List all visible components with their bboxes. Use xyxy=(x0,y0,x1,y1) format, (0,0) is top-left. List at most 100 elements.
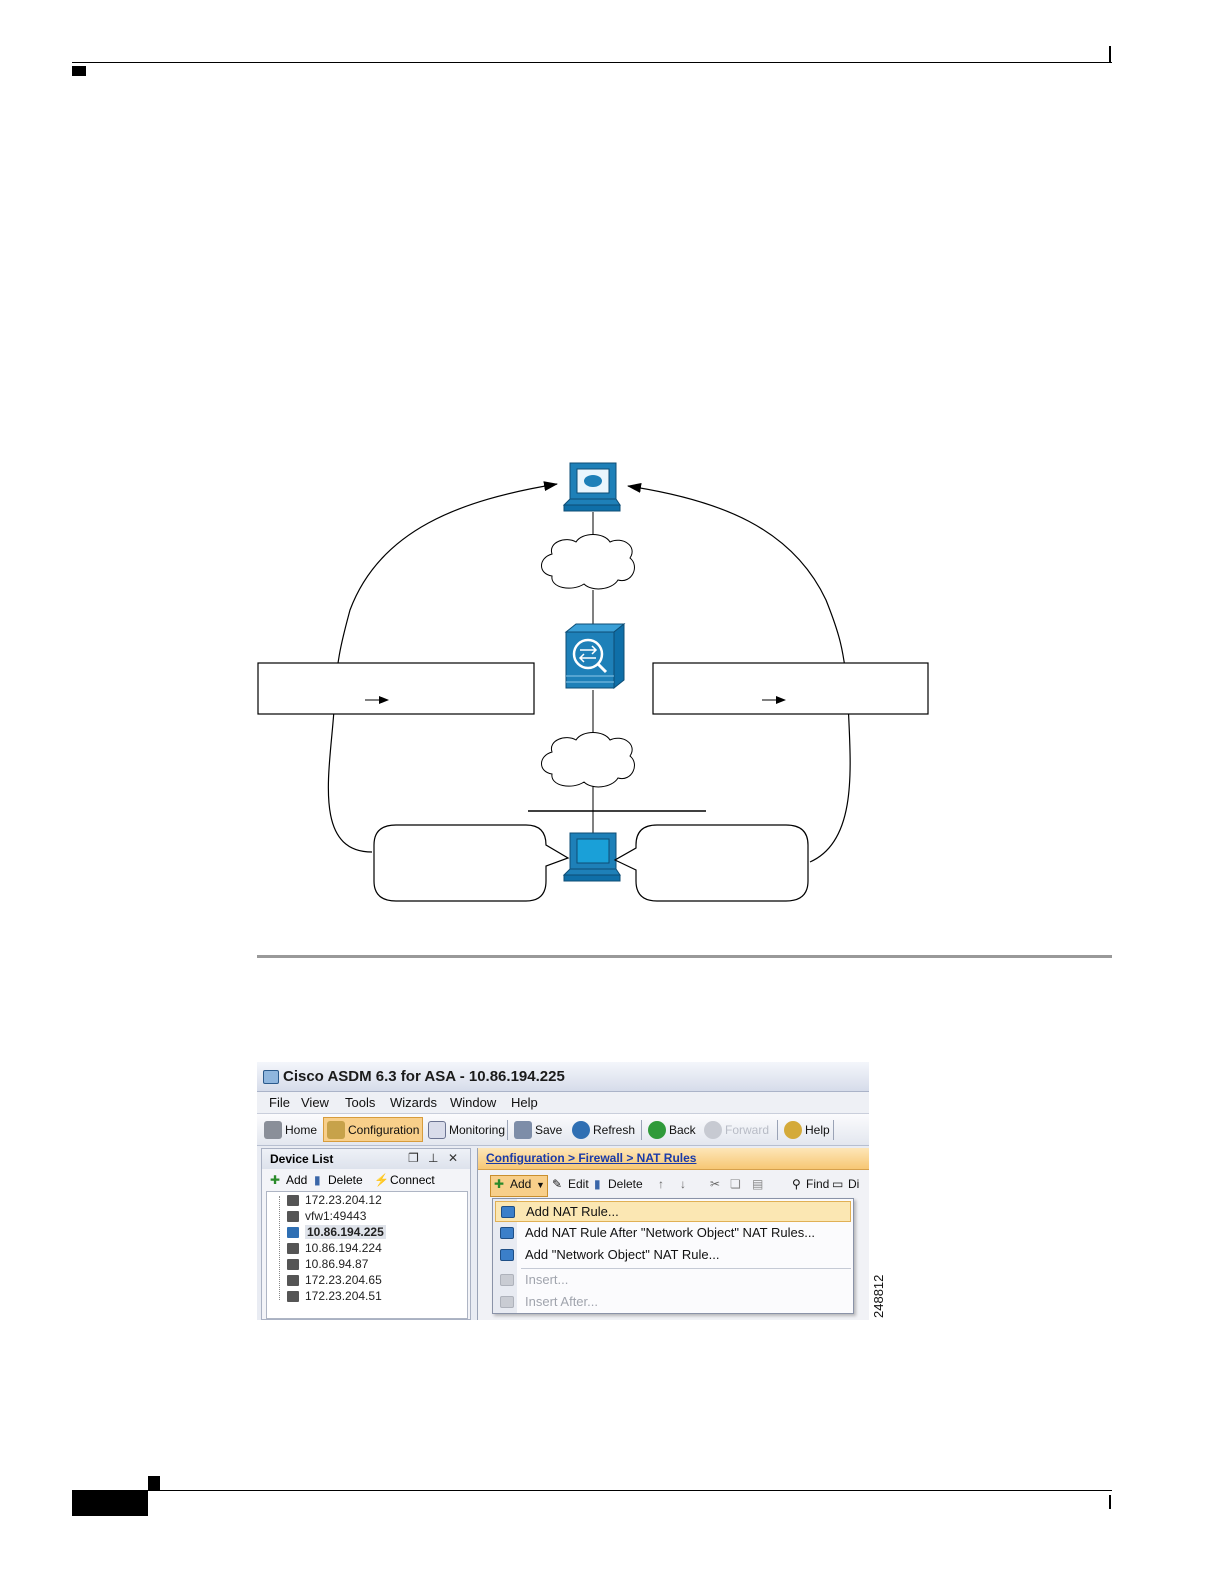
device-item[interactable]: vfw1:49443 xyxy=(287,1208,366,1224)
cloud-outside xyxy=(541,534,635,590)
device-label: 172.23.204.51 xyxy=(305,1289,382,1303)
move-down-icon[interactable]: ↓ xyxy=(680,1177,686,1191)
insert-after-icon xyxy=(500,1296,514,1308)
window-title: Cisco ASDM 6.3 for ASA - 10.86.194.225 xyxy=(283,1068,565,1085)
device-connect-button[interactable]: Connect xyxy=(390,1173,435,1187)
device-list-title: Device List xyxy=(270,1152,334,1166)
configuration-button[interactable]: Configuration xyxy=(323,1117,424,1142)
menu-item-label: Add "Network Object" NAT Rule... xyxy=(525,1247,720,1262)
menu-wizards[interactable]: Wizards xyxy=(390,1095,437,1110)
menu-help[interactable]: Help xyxy=(511,1095,538,1110)
save-button[interactable]: Save xyxy=(511,1117,565,1142)
back-button[interactable]: Back xyxy=(645,1117,699,1142)
device-label: 172.23.204.65 xyxy=(305,1273,382,1287)
cut-icon[interactable]: ✂ xyxy=(710,1177,720,1191)
asa-firewall-icon xyxy=(564,622,626,690)
menu-item-add-nat-rule[interactable]: Add NAT Rule... xyxy=(495,1201,851,1222)
edit-icon: ✎ xyxy=(552,1177,563,1191)
device-tree: 172.23.204.12 vfw1:49443 10.86.194.225 1… xyxy=(266,1191,468,1319)
menu-item-add-nat-rule-after[interactable]: Add NAT Rule After "Network Object" NAT … xyxy=(495,1223,851,1244)
right-translation-box xyxy=(652,662,929,715)
refresh-label: Refresh xyxy=(593,1122,636,1137)
toolbar-separator xyxy=(777,1120,778,1140)
main-toolbar: Home Configuration Monitoring Save Refre… xyxy=(257,1114,869,1146)
step-divider xyxy=(257,955,1112,958)
figure-number: 248812 xyxy=(871,1274,886,1318)
device-label: 10.86.194.224 xyxy=(305,1241,382,1255)
add-icon: ✚ xyxy=(270,1173,281,1187)
add-dropdown-menu: Add NAT Rule... Add NAT Rule After "Netw… xyxy=(492,1198,854,1314)
forward-label: Forward xyxy=(725,1122,770,1137)
device-item[interactable]: 10.86.94.87 xyxy=(287,1256,368,1272)
monitoring-label: Monitoring xyxy=(449,1122,506,1137)
nat-delete-button[interactable]: Delete xyxy=(608,1177,643,1191)
device-item[interactable]: 10.86.194.224 xyxy=(287,1240,382,1256)
asdm-app-icon xyxy=(263,1070,279,1084)
device-item[interactable]: 172.23.204.51 xyxy=(287,1288,382,1304)
chevron-down-icon[interactable]: ▼ xyxy=(536,1180,545,1190)
diagram-icon: ▭ xyxy=(832,1177,844,1191)
device-item[interactable]: 172.23.204.65 xyxy=(287,1272,382,1288)
toolbar-separator xyxy=(507,1120,508,1140)
device-label: 10.86.194.225 xyxy=(305,1225,386,1239)
device-icon xyxy=(287,1242,299,1254)
help-button[interactable]: Help xyxy=(781,1117,833,1142)
device-label: vfw1:49443 xyxy=(305,1209,367,1223)
monitoring-icon xyxy=(428,1120,446,1139)
home-label: Home xyxy=(285,1122,318,1137)
pin-icon[interactable]: ⊥ xyxy=(428,1151,438,1165)
menu-item-add-network-object-nat[interactable]: Add "Network Object" NAT Rule... xyxy=(495,1245,851,1266)
tree-connector xyxy=(279,1196,280,1300)
trash-icon: ▮ xyxy=(314,1173,321,1187)
server-icon xyxy=(562,462,621,512)
nat-diagram-button[interactable]: Di xyxy=(848,1177,859,1191)
device-list-header: Device List ❐ ⊥ ✕ xyxy=(262,1149,470,1169)
gears-icon xyxy=(327,1120,345,1139)
close-icon[interactable]: ✕ xyxy=(448,1151,458,1165)
device-icon xyxy=(287,1290,299,1302)
device-icon xyxy=(287,1194,299,1206)
nat-edit-button[interactable]: Edit xyxy=(568,1177,589,1191)
right-packet-callout xyxy=(613,824,809,902)
device-item[interactable]: 172.23.204.12 xyxy=(287,1192,382,1208)
menu-item-label: Insert After... xyxy=(525,1294,598,1309)
device-add-button[interactable]: Add xyxy=(286,1173,307,1187)
nat-find-button[interactable]: Find xyxy=(806,1177,829,1191)
move-up-icon[interactable]: ↑ xyxy=(658,1177,664,1191)
restore-icon[interactable]: ❐ xyxy=(408,1151,419,1165)
paste-icon[interactable]: ▤ xyxy=(752,1177,763,1191)
left-packet-callout xyxy=(373,824,570,902)
device-list-panel: Device List ❐ ⊥ ✕ ✚ Add ▮ Delete ⚡ Conne… xyxy=(261,1148,471,1320)
home-button[interactable]: Home xyxy=(261,1117,320,1142)
refresh-button[interactable]: Refresh xyxy=(569,1117,638,1142)
menu-view[interactable]: View xyxy=(301,1095,329,1110)
monitoring-button[interactable]: Monitoring xyxy=(425,1117,508,1142)
menu-separator xyxy=(521,1268,851,1269)
search-icon: ⚲ xyxy=(792,1177,801,1191)
back-label: Back xyxy=(669,1122,696,1137)
trash-icon: ▮ xyxy=(594,1177,601,1191)
asdm-screenshot: Cisco ASDM 6.3 for ASA - 10.86.194.225 F… xyxy=(257,1062,869,1320)
menu-tools[interactable]: Tools xyxy=(345,1095,375,1110)
device-icon xyxy=(287,1226,299,1238)
help-label: Help xyxy=(805,1122,830,1137)
menu-item-insert[interactable]: Insert... xyxy=(495,1270,851,1291)
device-icon xyxy=(287,1258,299,1270)
menu-item-insert-after[interactable]: Insert After... xyxy=(495,1292,851,1313)
menu-bar: File View Tools Wizards Window Help xyxy=(257,1092,869,1114)
menu-file[interactable]: File xyxy=(269,1095,290,1110)
host-icon xyxy=(562,832,621,882)
copy-icon[interactable]: ❏ xyxy=(730,1177,741,1191)
nat-network-diagram xyxy=(257,462,929,902)
device-item-selected[interactable]: 10.86.194.225 xyxy=(287,1224,386,1240)
back-arrow-icon xyxy=(648,1120,666,1139)
insert-icon xyxy=(500,1274,514,1286)
device-delete-button[interactable]: Delete xyxy=(328,1173,363,1187)
device-icon xyxy=(287,1210,299,1222)
forward-button[interactable]: Forward xyxy=(701,1117,772,1142)
toolbar-separator xyxy=(641,1120,642,1140)
nat-add-label: Add xyxy=(510,1177,532,1191)
menu-window[interactable]: Window xyxy=(450,1095,496,1110)
breadcrumb[interactable]: Configuration > Firewall > NAT Rules xyxy=(478,1148,869,1170)
configuration-label: Configuration xyxy=(348,1122,420,1137)
